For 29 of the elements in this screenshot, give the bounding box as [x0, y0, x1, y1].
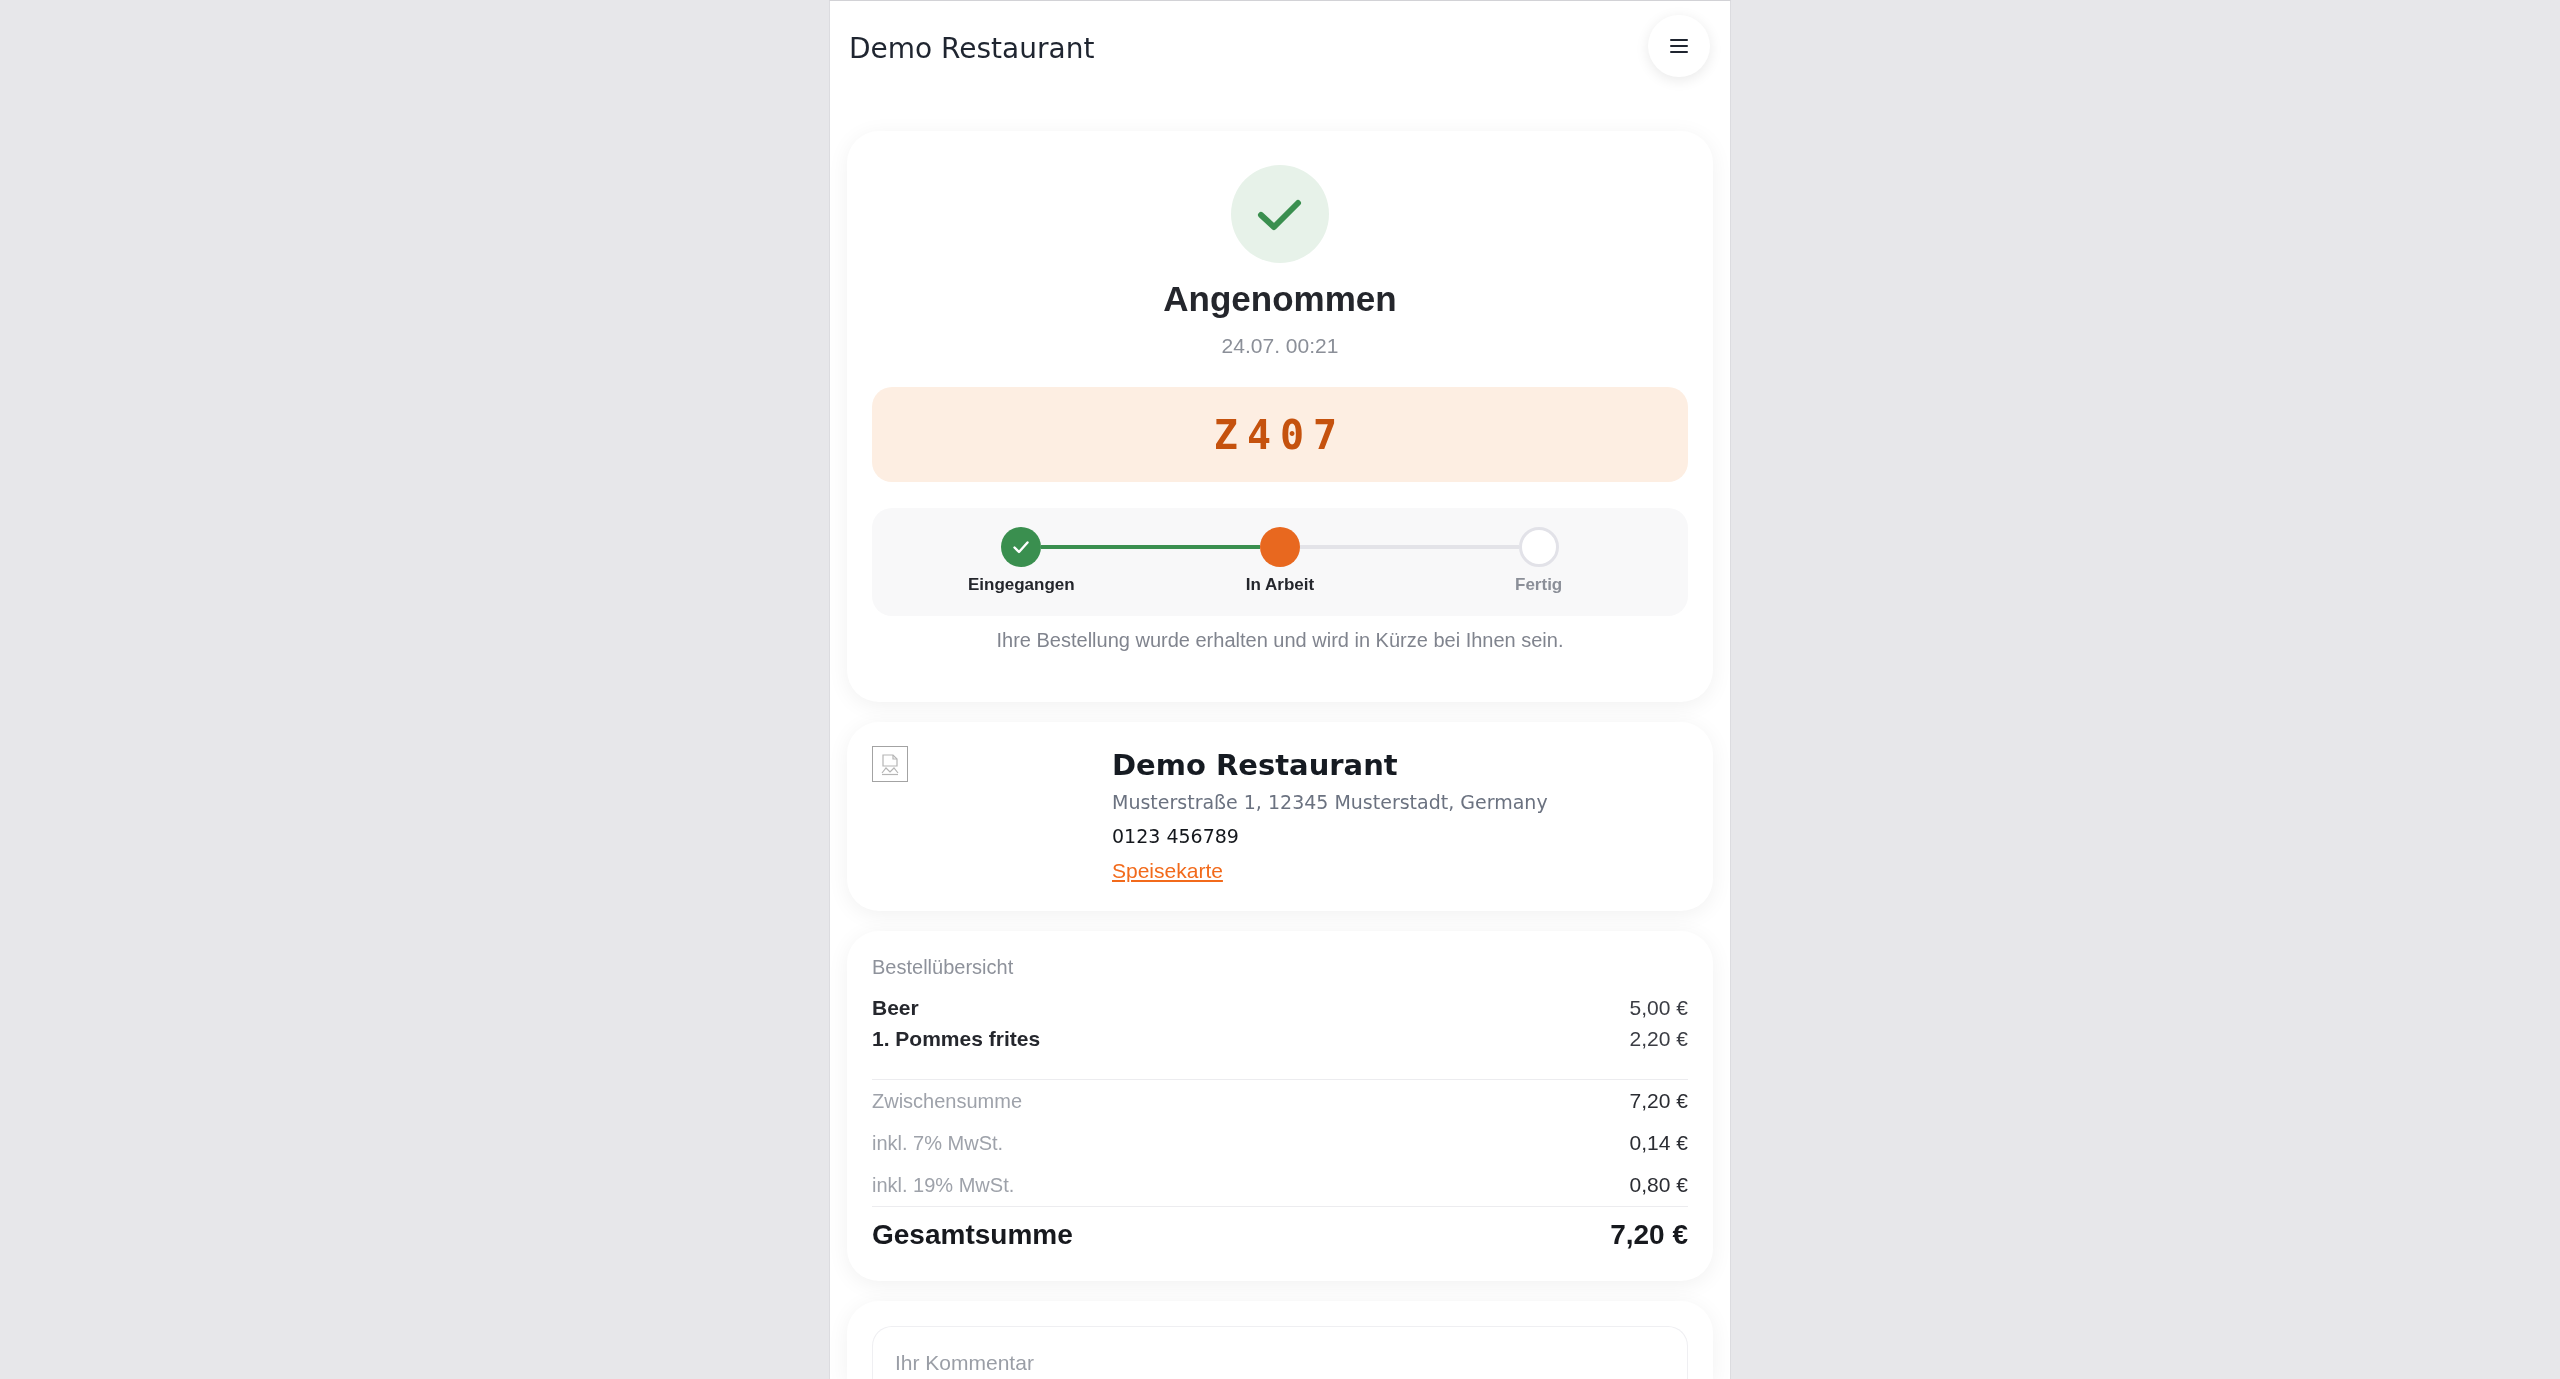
- step-label: Fertig: [1515, 575, 1563, 595]
- subtotal-label: Zwischensumme: [872, 1089, 1023, 1114]
- step-label: Eingegangen: [967, 575, 1075, 595]
- status-title: Angenommen: [1163, 278, 1397, 320]
- restaurant-name: Demo Restaurant: [1112, 747, 1398, 784]
- grand-total-value: 7,20 €: [1610, 1218, 1688, 1252]
- comment-field[interactable]: Ihr Kommentar: [872, 1326, 1688, 1379]
- menu-icon: [1670, 39, 1688, 53]
- grand-total-label: Gesamtsumme: [872, 1218, 1073, 1252]
- item-name: Beer: [872, 995, 919, 1021]
- order-time: 24.07. 00:21: [1221, 333, 1339, 359]
- summary-heading: Bestellübersicht: [872, 955, 1015, 980]
- item-name: 1. Pommes frites: [872, 1026, 1041, 1052]
- subtotal-value: 0,14 €: [1629, 1130, 1688, 1156]
- subtotal-value: 0,80 €: [1629, 1172, 1688, 1198]
- step-label: In Arbeit: [1245, 575, 1315, 595]
- subtotal-label: inkl. 7% MwSt.: [872, 1131, 1004, 1156]
- check-icon: [1231, 165, 1329, 263]
- menu-link[interactable]: Speisekarte: [1112, 859, 1223, 882]
- item-price: 5,00 €: [1629, 995, 1688, 1021]
- status-message: Ihre Bestellung wurde erhalten und wird in Kürze bei Ihnen sein.: [996, 628, 1564, 653]
- restaurant-address: Musterstraße 1, 12345 Musterstadt, Germany: [1112, 790, 1548, 815]
- item-price: 2,20 €: [1629, 1026, 1688, 1052]
- phone-number: 0123 456789: [1112, 824, 1239, 849]
- order-number: Z407: [872, 387, 1688, 482]
- subtotal-label: inkl. 19% MwSt.: [872, 1173, 1015, 1198]
- broken-image-icon: [872, 746, 908, 782]
- subtotal-value: 7,20 €: [1629, 1088, 1688, 1114]
- restaurant-title: Demo Restaurant: [849, 32, 1095, 66]
